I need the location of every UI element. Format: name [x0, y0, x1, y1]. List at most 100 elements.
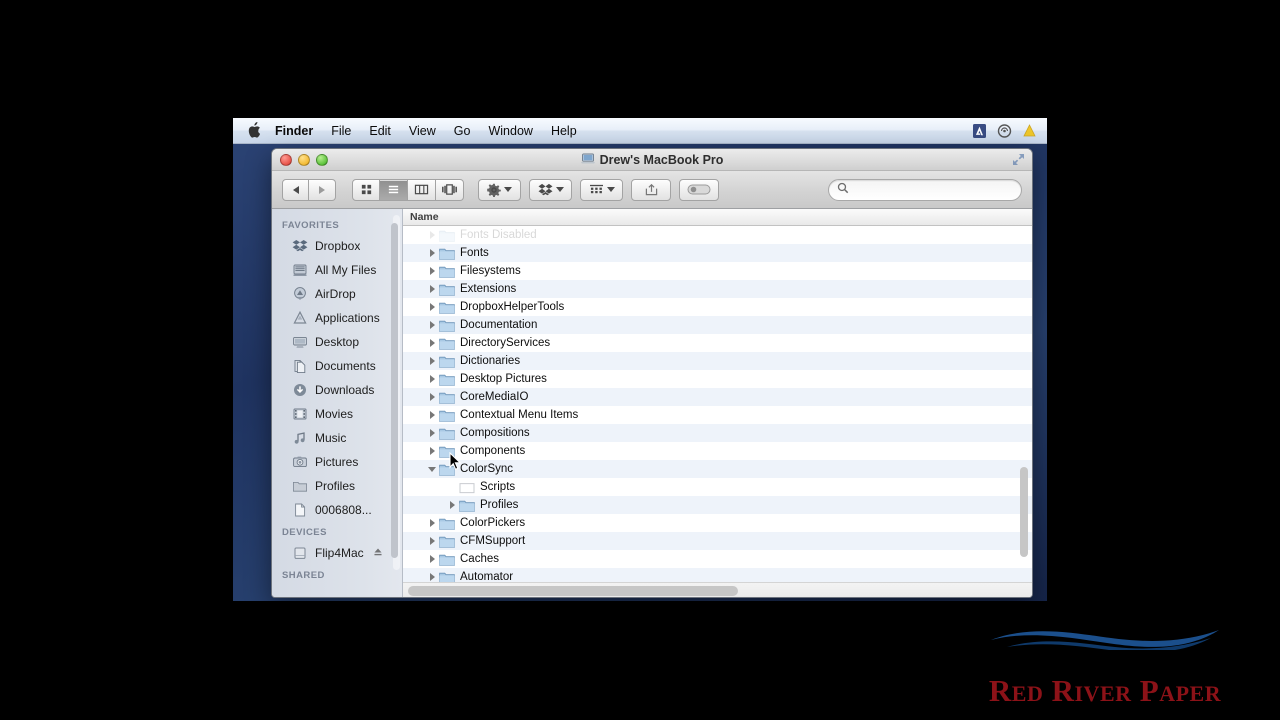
- folder-icon: [439, 391, 455, 404]
- search-input[interactable]: [854, 184, 1004, 196]
- table-row[interactable]: Extensions: [403, 280, 1032, 298]
- column-view-button[interactable]: [408, 178, 436, 201]
- sidebar-item-all-my-files[interactable]: All My Files: [272, 258, 402, 282]
- table-row[interactable]: Caches: [403, 550, 1032, 568]
- table-row[interactable]: Automator: [403, 568, 1032, 582]
- vertical-scrollbar[interactable]: [1020, 229, 1030, 578]
- menu-item-go[interactable]: Go: [445, 118, 480, 144]
- disclosure-triangle[interactable]: [425, 429, 439, 437]
- disclosure-triangle[interactable]: [425, 537, 439, 545]
- disclosure-triangle[interactable]: [445, 501, 459, 509]
- sidebar-item-label: Dropbox: [315, 239, 361, 253]
- disclosure-triangle[interactable]: [425, 393, 439, 401]
- disclosure-triangle[interactable]: [425, 339, 439, 347]
- file-name: Scripts: [480, 481, 516, 493]
- disclosure-triangle[interactable]: [425, 555, 439, 563]
- dropbox-icon: [292, 238, 308, 254]
- sidebar-item-applications[interactable]: Applications: [272, 306, 402, 330]
- table-row[interactable]: Compositions: [403, 424, 1032, 442]
- share-button[interactable]: [631, 178, 671, 201]
- menu-item-file[interactable]: File: [322, 118, 360, 144]
- sidebar-scrollbar-thumb[interactable]: [391, 223, 398, 558]
- table-row[interactable]: CoreMediaIO: [403, 388, 1032, 406]
- table-row[interactable]: Documentation: [403, 316, 1032, 334]
- column-header-name[interactable]: Name: [403, 209, 1032, 226]
- notification-icon[interactable]: [1022, 123, 1037, 139]
- sidebar-item-dropbox[interactable]: Dropbox: [272, 234, 402, 258]
- sidebar-item-downloads[interactable]: Downloads: [272, 378, 402, 402]
- table-row[interactable]: Profiles: [403, 496, 1032, 514]
- disclosure-triangle[interactable]: [425, 285, 439, 293]
- sidebar-item-pictures[interactable]: Pictures: [272, 450, 402, 474]
- airplay-icon[interactable]: [997, 123, 1012, 139]
- tag-toggle-button[interactable]: [679, 178, 719, 201]
- adobe-icon[interactable]: [972, 123, 987, 139]
- table-row[interactable]: DirectoryServices: [403, 334, 1032, 352]
- table-row[interactable]: Components: [403, 442, 1032, 460]
- table-row[interactable]: ColorSync: [403, 460, 1032, 478]
- folder-icon: [459, 499, 475, 512]
- apple-logo-icon[interactable]: [247, 121, 261, 138]
- tag-toggle-icon: [687, 184, 711, 195]
- arrange-menu-button[interactable]: [580, 178, 623, 201]
- disclosure-triangle[interactable]: [425, 519, 439, 527]
- sidebar-item-profiles[interactable]: Profiles: [272, 474, 402, 498]
- horizontal-scrollbar-thumb[interactable]: [408, 586, 738, 596]
- sidebar-item-label: Movies: [315, 407, 354, 421]
- forward-button[interactable]: [309, 178, 336, 201]
- menu-item-finder[interactable]: Finder: [275, 118, 322, 144]
- vertical-scrollbar-thumb[interactable]: [1020, 467, 1028, 557]
- menu-item-edit[interactable]: Edit: [360, 118, 400, 144]
- icon-view-button[interactable]: [352, 178, 380, 201]
- disclosure-triangle[interactable]: [425, 267, 439, 275]
- disk-icon: [292, 545, 308, 561]
- window-title-bar[interactable]: Drew's MacBook Pro: [272, 149, 1032, 171]
- fullscreen-icon[interactable]: [1012, 153, 1025, 166]
- table-row[interactable]: Scripts: [403, 478, 1032, 496]
- menu-item-window[interactable]: Window: [479, 118, 541, 144]
- disclosure-triangle[interactable]: [425, 249, 439, 257]
- disclosure-triangle[interactable]: [425, 357, 439, 365]
- sidebar-item-documents[interactable]: Documents: [272, 354, 402, 378]
- table-row[interactable]: Contextual Menu Items: [403, 406, 1032, 424]
- table-row[interactable]: Fonts Disabled: [403, 226, 1032, 244]
- finder-window: Drew's MacBook Pro FAVORITES Dropbox All…: [271, 148, 1033, 598]
- sidebar-item-movies[interactable]: Movies: [272, 402, 402, 426]
- table-row[interactable]: Fonts: [403, 244, 1032, 262]
- back-button[interactable]: [282, 178, 309, 201]
- table-row[interactable]: Desktop Pictures: [403, 370, 1032, 388]
- zoom-button[interactable]: [316, 154, 328, 166]
- coverflow-view-button[interactable]: [436, 178, 464, 201]
- sidebar-scrollbar[interactable]: [391, 215, 400, 570]
- table-row[interactable]: CFMSupport: [403, 532, 1032, 550]
- search-field[interactable]: [828, 179, 1022, 201]
- sidebar-item-music[interactable]: Music: [272, 426, 402, 450]
- minimize-button[interactable]: [298, 154, 310, 166]
- sidebar-item-0006808[interactable]: 0006808...: [272, 498, 402, 522]
- table-row[interactable]: DropboxHelperTools: [403, 298, 1032, 316]
- close-button[interactable]: [280, 154, 292, 166]
- desktop-icon: [292, 334, 308, 350]
- list-view-button[interactable]: [380, 178, 408, 201]
- disclosure-triangle[interactable]: [425, 321, 439, 329]
- sidebar-item-airdrop[interactable]: AirDrop: [272, 282, 402, 306]
- menu-item-view[interactable]: View: [400, 118, 445, 144]
- sidebar-item-flip4mac[interactable]: Flip4Mac: [272, 541, 402, 565]
- table-row[interactable]: ColorPickers: [403, 514, 1032, 532]
- disclosure-triangle[interactable]: [425, 375, 439, 383]
- action-menu-button[interactable]: [478, 178, 521, 201]
- horizontal-scrollbar[interactable]: [403, 582, 1032, 597]
- file-name: Compositions: [460, 427, 530, 439]
- table-row[interactable]: Filesystems: [403, 262, 1032, 280]
- menu-item-help[interactable]: Help: [542, 118, 586, 144]
- disclosure-triangle[interactable]: [425, 573, 439, 581]
- table-row[interactable]: Dictionaries: [403, 352, 1032, 370]
- disclosure-triangle[interactable]: [425, 303, 439, 311]
- eject-icon[interactable]: [373, 546, 383, 560]
- dropbox-menu-button[interactable]: [529, 178, 572, 201]
- disclosure-triangle[interactable]: [425, 411, 439, 419]
- disclosure-triangle[interactable]: [425, 466, 439, 472]
- disclosure-triangle[interactable]: [425, 447, 439, 455]
- sidebar-item-desktop[interactable]: Desktop: [272, 330, 402, 354]
- disclosure-triangle[interactable]: [425, 231, 439, 239]
